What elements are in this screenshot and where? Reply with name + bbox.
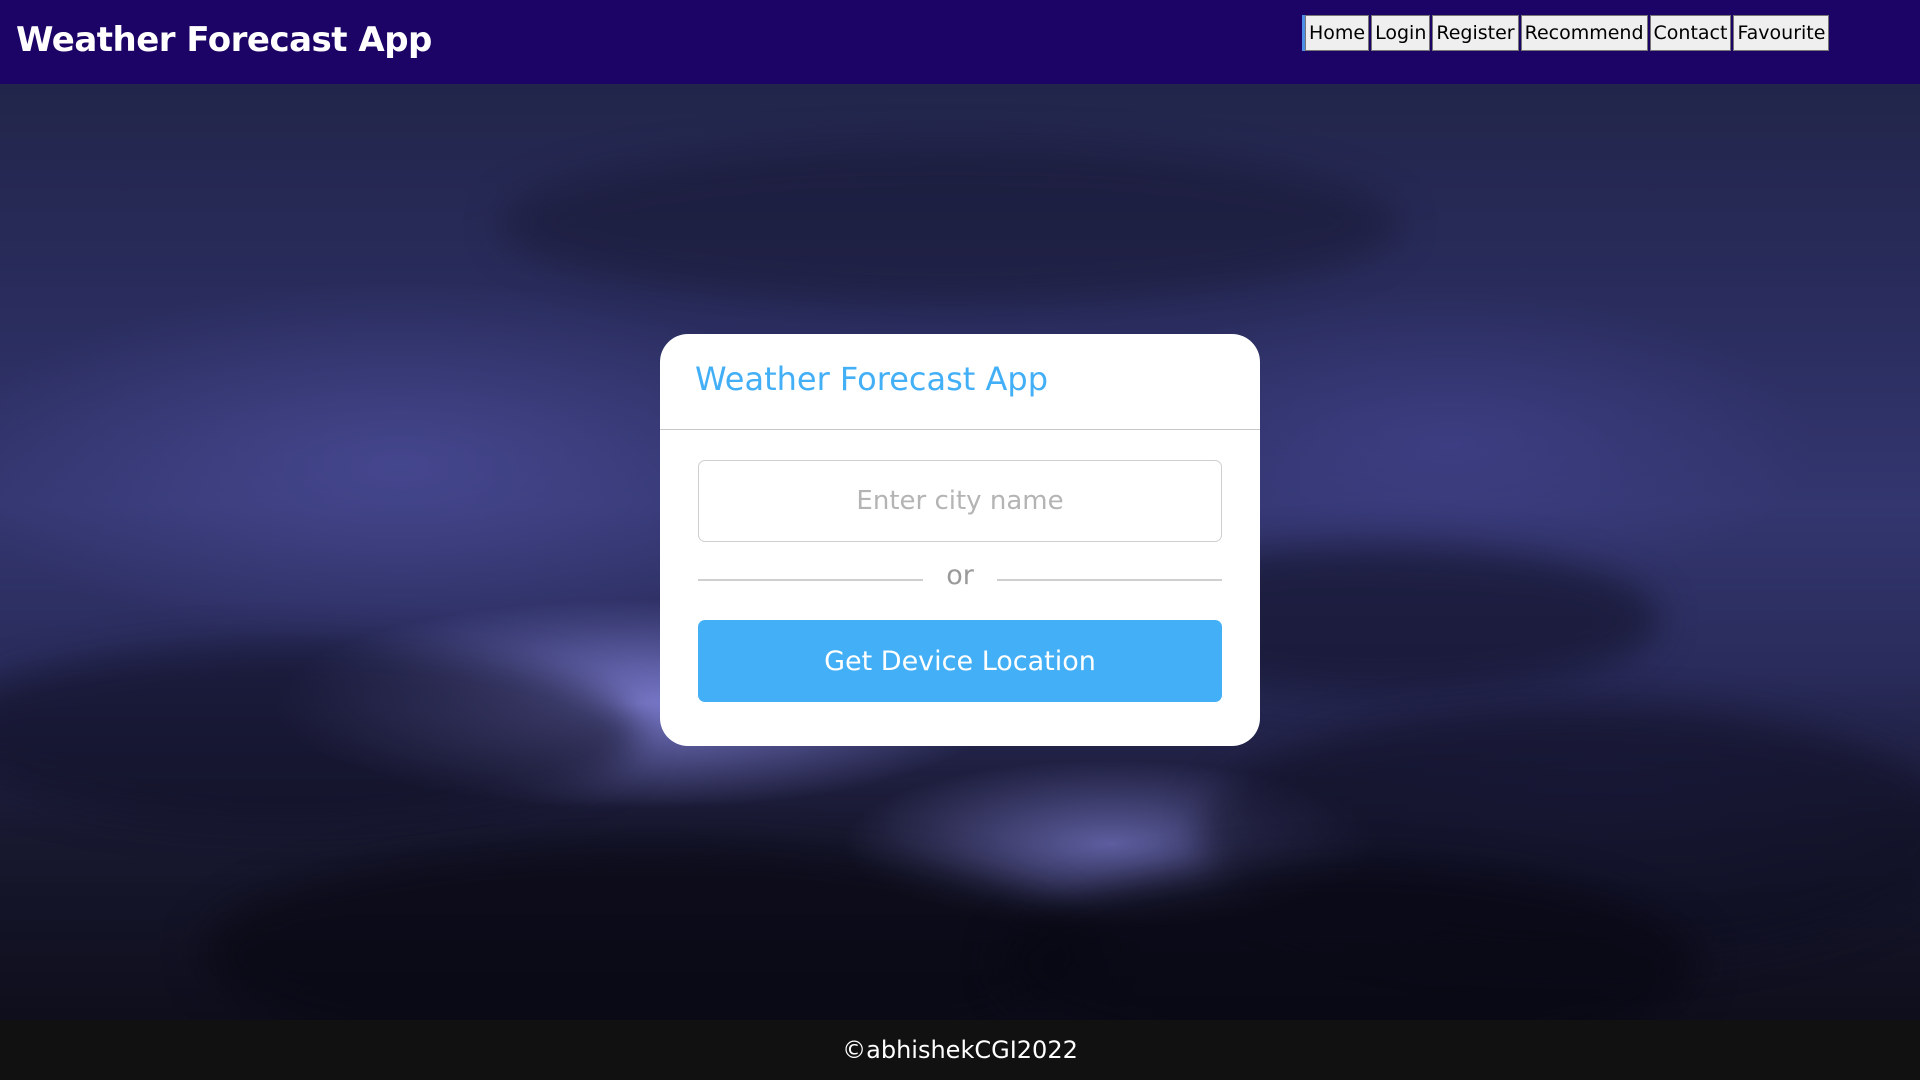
- card-divider: [660, 429, 1260, 430]
- cloud-shape: [200, 844, 1100, 1020]
- card-title: Weather Forecast App: [695, 360, 1048, 398]
- get-device-location-button[interactable]: Get Device Location: [698, 620, 1222, 702]
- nav-home-button[interactable]: Home: [1305, 15, 1370, 51]
- brand-title: Weather Forecast App: [16, 20, 432, 60]
- footer: ©abhishekCGI2022: [0, 1020, 1920, 1080]
- nav-login-button[interactable]: Login: [1371, 15, 1431, 51]
- nav-recommend-button[interactable]: Recommend: [1520, 15, 1648, 51]
- or-divider-right: [997, 579, 1222, 581]
- or-separator-text: or: [946, 560, 974, 591]
- nav-register-button[interactable]: Register: [1432, 15, 1519, 51]
- footer-copyright: ©abhishekCGI2022: [842, 1036, 1078, 1064]
- top-navbar: Weather Forecast App Home Login Register…: [0, 0, 1920, 84]
- nav-contact-button[interactable]: Contact: [1649, 15, 1732, 51]
- cloud-shape: [0, 644, 640, 824]
- city-name-input[interactable]: [698, 460, 1222, 542]
- nav-favourite-button[interactable]: Favourite: [1733, 15, 1830, 51]
- search-card: Weather Forecast App or Get Device Locat…: [660, 334, 1260, 746]
- nav-bar: Home Login Register Recommend Contact Fa…: [1302, 15, 1830, 51]
- cloud-shape: [500, 144, 1400, 304]
- or-divider-left: [698, 579, 923, 581]
